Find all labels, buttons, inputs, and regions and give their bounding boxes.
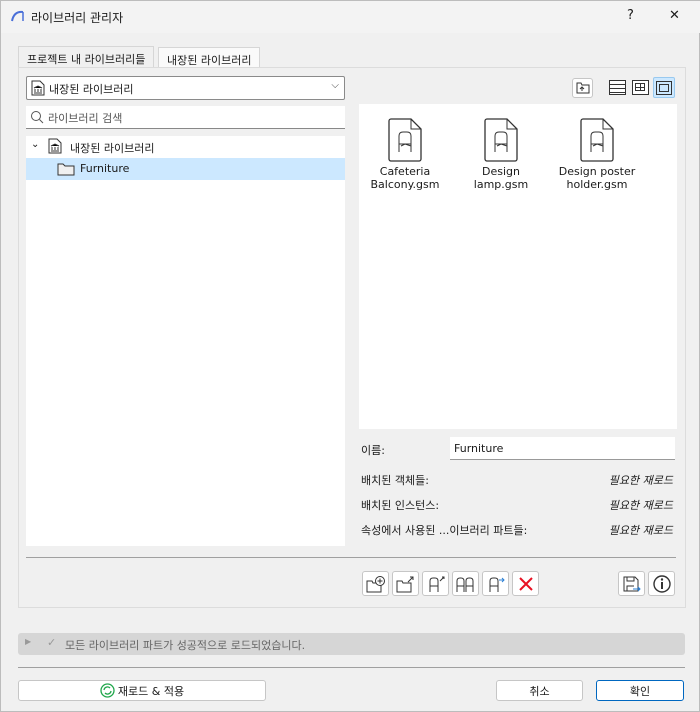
library-file-icon — [31, 80, 45, 96]
save-icon — [623, 576, 641, 591]
file-name: holder.gsm — [566, 178, 628, 191]
reload-apply-button[interactable]: 재로드 & 적용 — [18, 680, 266, 701]
search-input[interactable]: 라이브러리 검색 — [26, 106, 345, 129]
placed-objects-label: 배치된 객체들: — [361, 474, 429, 487]
tab-project-libraries[interactable]: 프로젝트 내 라이브러리들 — [18, 46, 155, 67]
add-library-button[interactable] — [362, 571, 389, 596]
folder-icon — [57, 163, 75, 176]
duplicate-objects-button[interactable] — [452, 571, 479, 596]
search-icon — [31, 111, 44, 124]
ok-button[interactable]: 확인 — [596, 680, 684, 701]
file-item[interactable]: Design poster holder.gsm — [552, 118, 642, 191]
chair-export-icon — [429, 576, 444, 592]
file-name: Balcony.gsm — [370, 178, 440, 191]
chevron-down-icon[interactable]: ⌄ — [31, 139, 39, 150]
list-view-button[interactable] — [609, 80, 626, 95]
file-item[interactable]: Design lamp.gsm — [456, 118, 546, 191]
divider — [26, 557, 676, 558]
file-name: Design — [482, 165, 520, 178]
reload-apply-label: 재로드 & 적용 — [117, 684, 185, 698]
placed-instances-value: 필요한 재로드 — [608, 499, 673, 512]
placed-objects-value: 필요한 재로드 — [608, 474, 673, 487]
gsm-file-icon — [580, 118, 614, 162]
delete-button[interactable] — [512, 571, 539, 596]
chair-move-icon — [489, 577, 505, 592]
chairs-icon — [456, 577, 473, 592]
gsm-file-icon — [484, 118, 518, 162]
status-bar: ▶ ✓ 모든 라이브러리 파트가 성공적으로 로드되었습니다. — [18, 633, 685, 655]
name-field[interactable]: Furniture — [450, 437, 675, 460]
cancel-button[interactable]: 취소 — [496, 680, 583, 701]
grid-view-button[interactable] — [632, 80, 649, 95]
file-name: Cafeteria — [379, 165, 431, 178]
help-button[interactable]: ? — [627, 8, 634, 23]
file-name: Design poster — [558, 165, 636, 178]
gsm-file-icon — [388, 118, 422, 162]
move-object-button[interactable] — [482, 571, 509, 596]
tree-item-furniture[interactable]: Furniture — [26, 158, 345, 180]
close-button[interactable]: ✕ — [669, 8, 680, 23]
folder-up-icon — [576, 82, 589, 94]
preview-view-button[interactable] — [653, 77, 675, 98]
library-select[interactable]: 내장된 라이브러리 ⌵ — [26, 76, 345, 100]
folder-add-icon — [366, 575, 385, 592]
tree-item-root[interactable]: ⌄ 내장된 라이브러리 — [26, 136, 345, 157]
info-button[interactable] — [648, 571, 675, 596]
parent-folder-button[interactable] — [572, 78, 593, 98]
app-logo-icon — [11, 10, 24, 22]
library-file-icon — [48, 138, 62, 154]
attribute-parts-value: 필요한 재로드 — [608, 524, 673, 537]
attribute-parts-label: 속성에서 사용된 ...이브러리 파트들: — [361, 524, 528, 537]
export-object-button[interactable] — [422, 571, 449, 596]
tree-item-label: Furniture — [80, 162, 130, 175]
reload-icon — [100, 683, 115, 698]
status-message: 모든 라이브러리 파트가 성공적으로 로드되었습니다. — [65, 639, 306, 652]
library-tree: ⌄ 내장된 라이브러리 Furniture — [26, 136, 345, 546]
file-name: lamp.gsm — [473, 178, 529, 191]
name-label: 이름: — [361, 444, 385, 457]
window-title: 라이브러리 관리자 — [31, 11, 124, 25]
tab-embedded-library[interactable]: 내장된 라이브러리 — [158, 47, 261, 68]
check-icon: ✓ — [47, 636, 57, 649]
expand-triangle-icon[interactable]: ▶ — [25, 637, 31, 646]
search-placeholder: 라이브러리 검색 — [48, 112, 123, 125]
folder-export-icon — [396, 576, 413, 592]
export-folder-button[interactable] — [392, 571, 419, 596]
chevron-down-icon: ⌵ — [331, 80, 339, 91]
tree-root-label: 내장된 라이브러리 — [70, 142, 155, 155]
info-icon — [652, 574, 671, 593]
file-item[interactable]: Cafeteria Balcony.gsm — [360, 118, 450, 191]
file-list: Cafeteria Balcony.gsm Design lamp.gsm Desi… — [359, 104, 677, 429]
delete-icon — [518, 576, 533, 591]
divider — [18, 667, 685, 668]
library-select-value: 내장된 라이브러리 — [49, 83, 134, 96]
save-library-button[interactable] — [618, 571, 645, 596]
placed-instances-label: 배치된 인스턴스: — [361, 499, 440, 512]
